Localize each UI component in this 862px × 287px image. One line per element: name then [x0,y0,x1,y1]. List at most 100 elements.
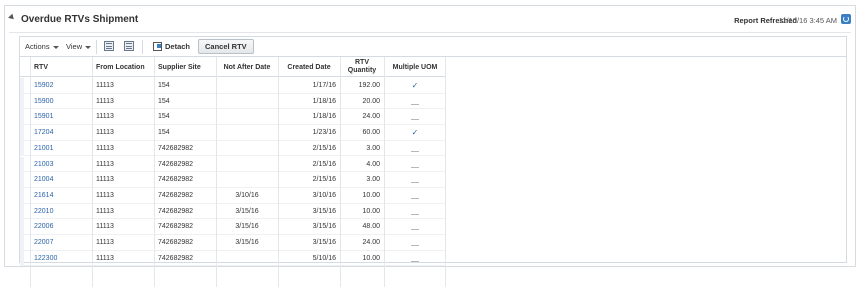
cell-rtv-quantity: 60.00 [362,129,380,137]
table-row[interactable]: 15901 11113 154 1/18/16 24.00 __ [20,109,445,126]
table-row[interactable]: 15900 11113 154 1/18/16 20.00 __ [20,93,445,110]
chevron-down-icon [52,45,59,49]
column-header-from-location[interactable]: From Location [92,57,154,77]
column-header-not-after-date[interactable]: Not After Date [216,57,278,77]
row-selector[interactable] [20,235,24,250]
column-header-multiple-uom[interactable]: Multiple UOM [384,57,446,77]
column-header-rtv[interactable]: RTV [30,57,92,77]
table-row[interactable]: 22007 11113 742682982 3/15/16 3/15/16 24.00 __ [20,235,445,251]
cell-created-date: 1/23/16 [312,129,336,137]
panel-title: Overdue RTVs Shipment [21,14,139,25]
table-row[interactable]: 21004 11113 742682982 2/15/16 3.00 __ [20,172,445,188]
cell-rtv[interactable]: 21004 [30,172,92,187]
row-selector[interactable] [20,187,24,203]
column-divider [216,57,217,287]
print-icon[interactable] [104,41,114,51]
detach-icon [153,42,162,51]
cell-supplier-site: 742682982 [158,239,194,246]
cell-rtv[interactable]: 21614 [30,188,92,203]
cell-rtv[interactable]: 15902 [30,78,92,93]
detach-label: Detach [165,42,191,51]
cell-not-after-date [216,109,278,124]
table-row[interactable]: 17204 11113 154 1/23/16 60.00 ✓ [20,125,445,141]
column-divider [340,57,341,287]
cell-rtv[interactable]: 21003 [30,157,92,172]
row-selector[interactable] [20,156,24,172]
cell-rtv[interactable]: 21001 [30,141,92,156]
cell-rtv-quantity: 10.00 [362,207,380,215]
toolbar-separator [142,40,143,54]
column-header-created-date[interactable]: Created Date [278,57,340,77]
row-selector[interactable] [20,140,24,156]
table-row[interactable]: 21003 11113 742682982 2/15/16 4.00 __ [20,156,445,173]
cell-rtv[interactable]: 15901 [30,109,92,124]
row-selector[interactable] [20,78,24,93]
overdue-rtvs-panel: Overdue RTVs Shipment Report Refreshed 1… [4,5,856,287]
cell-rtv[interactable]: 22010 [30,204,92,219]
cell-multiple-uom: __ [411,223,419,231]
cell-from-location: 11113 [96,160,114,168]
table-toolbar: Actions View Detach Cancel RTV [20,37,846,57]
row-selector[interactable] [20,203,24,219]
row-selector[interactable] [20,125,24,141]
cell-created-date: 3/15/16 [312,207,336,215]
collapse-icon[interactable] [8,13,16,22]
cell-supplier-site: 154 [158,129,170,137]
column-header-supplier-site[interactable]: Supplier Site [154,57,216,77]
cell-rtv-quantity: 10.00 [362,254,380,262]
column-header-rtv-quantity[interactable]: RTV Quantity [340,57,384,77]
cell-created-date: 5/10/16 [312,254,336,262]
table-row[interactable]: 22006 11113 742682982 3/15/16 3/15/16 48.00 __ [20,219,445,235]
cell-rtv[interactable]: 17204 [30,125,92,140]
export-icon[interactable] [124,41,134,51]
cell-not-after-date [216,78,278,93]
toolbar-separator [96,40,97,54]
view-menu[interactable]: View [66,42,92,51]
cell-rtv[interactable]: 22007 [30,235,92,250]
cancel-rtv-button[interactable]: Cancel RTV [198,39,254,54]
cell-not-after-date [216,251,278,266]
cell-multiple-uom: __ [411,176,419,184]
column-divider [384,57,385,287]
cell-rtv-quantity: 24.00 [362,113,380,121]
cell-from-location: 11113 [96,191,114,199]
table-row[interactable]: 21001 11113 742682982 2/15/16 3.00 __ [20,140,445,157]
cell-supplier-site: 742682982 [158,223,194,231]
refresh-icon[interactable] [841,14,851,24]
header-divider [9,32,851,33]
cell-created-date: 1/17/16 [312,82,336,89]
cell-created-date: 2/15/16 [312,144,336,152]
panel-header: Overdue RTVs Shipment Report Refreshed 1… [5,6,855,32]
cell-multiple-uom: __ [411,113,419,121]
row-selector[interactable] [20,172,24,188]
cell-not-after-date [216,172,278,187]
table-row[interactable]: 21614 11113 742682982 3/10/16 3/10/16 10.00 __ [20,187,445,204]
cell-multiple-uom: ✓ [411,128,419,138]
cell-rtv[interactable]: 122300 [30,251,92,266]
cell-rtv-quantity: 192.00 [358,82,380,89]
cell-from-location: 11113 [96,254,114,262]
cell-multiple-uom: __ [411,97,419,105]
cell-rtv-quantity: 20.00 [362,97,380,105]
view-menu-label: View [66,42,83,51]
row-selector[interactable] [20,93,24,109]
cell-rtv-quantity: 3.00 [366,176,380,184]
rtv-table-container: Actions View Detach Cancel RTV RTV From … [19,36,847,287]
row-selector[interactable] [20,219,24,235]
row-selector[interactable] [20,109,24,125]
cell-from-location: 11113 [96,176,114,184]
cell-rtv[interactable]: 15900 [30,94,92,109]
table-row[interactable]: 15902 11113 154 1/17/16 192.00 ✓ [20,78,445,94]
cell-supplier-site: 154 [158,82,170,89]
cell-multiple-uom: __ [411,239,419,246]
actions-menu[interactable]: Actions [25,42,59,51]
row-selector[interactable] [20,250,24,266]
cell-supplier-site: 742682982 [158,207,194,215]
table-row[interactable]: 22010 11113 742682982 3/15/16 3/15/16 10.00 __ [20,203,445,220]
cell-supplier-site: 742682982 [158,176,194,184]
cell-rtv[interactable]: 22006 [30,219,92,234]
table-row[interactable]: 122300 11113 742682982 5/10/16 10.00 __ [20,250,445,267]
column-divider [154,57,155,287]
cell-rtv-quantity: 10.00 [362,191,380,199]
cell-not-after-date [216,94,278,109]
